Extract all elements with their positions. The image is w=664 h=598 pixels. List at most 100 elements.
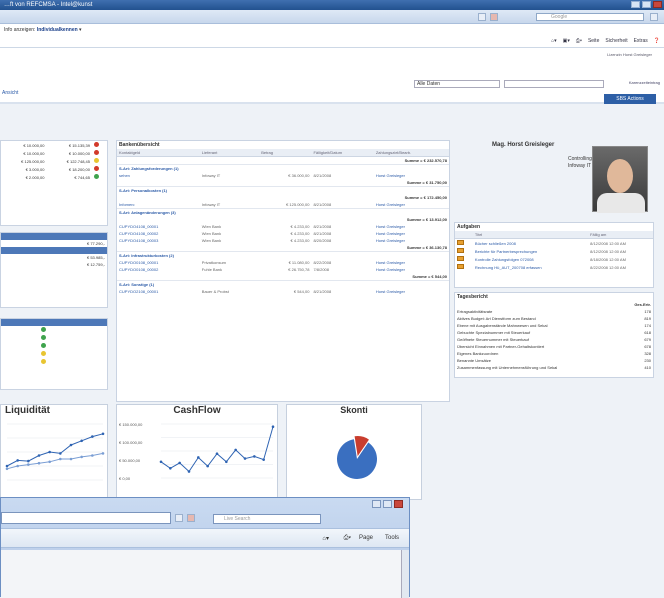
maximize-button[interactable] [642,1,651,8]
kpi-actual: € 744,65 [74,174,90,180]
bank-cell[interactable]: CUPYDO0108_00001 [117,259,200,266]
bank-col-header[interactable]: Kontaktgeld [117,149,200,157]
popup-home-icon[interactable]: ⌂▾ [322,535,329,542]
feed-icon[interactable]: ▣▾ [563,38,570,44]
popup-minimize-button[interactable] [372,500,381,508]
stop-button[interactable] [490,13,498,21]
popup-maximize-button[interactable] [383,500,392,508]
print-icon[interactable]: ⎙▾ [576,38,582,44]
bank-cell[interactable]: Horst Greisleger [374,237,449,244]
bank-cell[interactable]: Infomerc [117,201,200,209]
popup-stop-button[interactable] [187,514,195,522]
task-title[interactable]: Kontrolle Zahlungsfolgen 072008 [473,255,588,263]
bank-cell: € 36.000,00 [288,173,310,178]
group-label[interactable]: S-Art: Sonstige (1) [117,280,449,288]
refresh-button[interactable] [478,13,486,21]
profile-card: Mag. Horst Greisleger Controlling Infowa… [470,140,652,216]
group-row[interactable]: S-Art: Infrastrukturkosten (2) [117,251,449,259]
task-title[interactable]: Berichte für Partnerbesprechungen [473,247,588,255]
metric-value: 618 [644,330,651,335]
task-title[interactable]: Rechnung Hü_AUT_200708 erfassen [473,263,588,271]
window-titlebar: …ft von REFCMSA - Intel@kunst [0,0,664,10]
data-point [37,454,41,457]
bank-cell[interactable]: CUPYDO4108_00003 [117,237,200,244]
bank-cell[interactable]: Horst Greisleger [374,230,449,237]
bank-col-header[interactable]: Fälligkeit/Datum [311,149,374,157]
tools-menu[interactable]: Extras [634,38,648,44]
metrics-col-header: Ges.Ertr. [634,302,651,307]
view-selector[interactable]: Individualkennen [37,27,78,33]
kpi-row: € 10.000,00 € 15.135,39 [1,141,107,149]
discount-plot [337,436,377,479]
popup-close-button[interactable] [394,500,403,508]
tasks-col-title[interactable]: Titel [472,231,589,239]
task-row[interactable]: Berichte für Partnerbesprechungen 8/12/20… [455,247,653,255]
security-menu[interactable]: Sicherheit [605,38,627,44]
group-row[interactable]: S-Art: Personalkosten (1) [117,186,449,194]
bank-col-header[interactable]: Lieferant [199,149,260,157]
bank-cell[interactable]: Horst Greisleger [374,288,449,295]
help-icon[interactable]: ❓ [654,38,660,44]
bank-col-header[interactable]: Zahlungsziel/Bearb. [373,149,449,157]
data-filter-select[interactable]: Alle Daten [414,80,500,88]
popup-page-menu[interactable]: Page [359,535,373,541]
table-row: Infomerc Infoway IT € 125.000,00 8/21/2008 H… [117,201,449,209]
group-label[interactable]: S-Art: Zahlungsforderungen (1) [117,164,449,172]
group-row[interactable]: S-Art: Sonstige (1) [117,280,449,288]
metric-value: 819 [644,316,651,321]
task-row[interactable]: Kontrolle Zahlungsfolgen 072008 8/18/2008… [455,255,653,263]
popup-search-input[interactable]: Live Search [213,514,321,524]
group-row[interactable]: S-Art: Anlagenänderungen (3) [117,208,449,216]
bank-cell[interactable]: Horst Greisleger [374,201,449,209]
page-menu[interactable]: Seite [588,38,599,44]
bank-cell[interactable]: CUPYDO0108_00002 [117,266,200,273]
bank-cell[interactable]: CUPYDO4108_00001 [117,223,200,230]
data-point [234,448,237,452]
bank-cell[interactable]: sehen [117,172,200,179]
view-link[interactable]: Ansicht [2,90,18,96]
sbs-actions-button[interactable]: SBS Actions [604,94,656,104]
filter-checkbox-label[interactable]: Karenzzeiteintrag [629,80,660,85]
group-row[interactable]: S-Art: Zahlungsforderungen (1) [117,164,449,172]
address-bar: Google [0,10,664,24]
table-row: CUPYDO2108_00001 Bauer & Probst € 544,00 8/… [117,288,449,295]
metric-label: Übersicht Einnahmen mit Partner-Gehaltsk… [457,344,545,349]
data-point [253,455,256,458]
group-label[interactable]: S-Art: Infrastrukturkosten (2) [117,251,449,259]
discount-chart: Skonti [286,404,422,500]
bank-cell: 8/21/2008 [313,289,332,294]
popup-print-icon[interactable]: ⎙▾ [344,535,351,542]
search-go-button[interactable] [650,13,658,21]
tasks-col-due[interactable]: Fällig am [588,231,653,239]
tasks-table: Titel Fällig am Bücher schließen 2008 8/12/… [455,231,653,271]
popup-refresh-button[interactable] [175,514,183,522]
bank-cell: Privatkonsum [201,260,227,265]
minimize-button[interactable] [631,1,640,8]
filter-input[interactable] [504,80,604,88]
task-title[interactable]: Bücher schließen 2008 [473,239,588,248]
task-row[interactable]: Bücher schließen 2008 8/12/2008 12:00 AM [455,239,653,248]
bank-col-header[interactable]: Betrag [259,149,312,157]
home-icon[interactable]: ⌂▾ [551,38,557,44]
bank-cell: € 26.750,78 [288,267,310,272]
bank-cell[interactable]: CUPYDO2108_00001 [117,288,200,295]
bank-cell[interactable]: Horst Greisleger [374,266,449,273]
group-label[interactable]: S-Art: Anlagenänderungen (3) [117,208,449,216]
search-input[interactable]: Google [536,13,644,21]
data-point [5,464,9,468]
popup-tools-menu[interactable]: Tools [385,535,399,541]
bank-cell[interactable]: Horst Greisleger [374,172,449,179]
metric-label: Geöffnete Steuernummer mit Steuerkauf [457,337,529,342]
metric-row: Aktives Budget: Art Dienstform zum Besta… [455,315,653,322]
close-button[interactable] [653,1,662,8]
data-point [16,459,19,462]
bank-cell[interactable]: Horst Greisleger [374,223,449,230]
popup-scrollbar[interactable] [401,550,409,598]
task-row[interactable]: Rechnung Hü_AUT_200708 erfassen 8/22/2008… [455,263,653,271]
bank-cell[interactable]: CUPYDO4108_00002 [117,230,200,237]
popup-address-input[interactable] [1,512,171,524]
group-label[interactable]: S-Art: Personalkosten (1) [117,186,449,194]
metric-label: Aktives Budget: Art Dienstform zum Besta… [457,316,536,321]
data-point [215,452,219,455]
bank-cell[interactable]: Horst Greisleger [374,259,449,266]
